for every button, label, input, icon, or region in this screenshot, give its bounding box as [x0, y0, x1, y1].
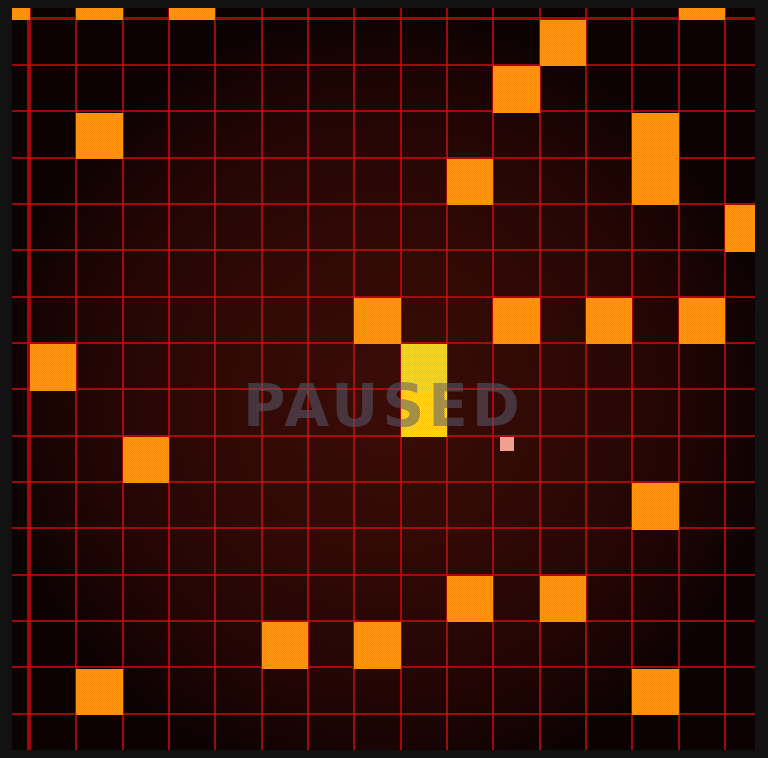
game-board[interactable]: PAUSED — [12, 8, 755, 750]
block-cell — [354, 298, 400, 344]
block-cell — [540, 20, 586, 66]
block-cell — [632, 483, 678, 529]
game-frame: PAUSED — [0, 0, 768, 758]
block-cell — [354, 622, 400, 668]
block-cell — [76, 8, 122, 20]
block-cell — [632, 159, 678, 205]
block-cell — [632, 113, 678, 159]
block-cell — [12, 8, 30, 20]
block-cell — [540, 576, 586, 622]
block-cell — [76, 113, 122, 159]
block-cell — [30, 344, 76, 390]
block-cell — [493, 66, 539, 112]
block-cell — [632, 669, 678, 715]
block-cell — [76, 669, 122, 715]
block-cell — [725, 205, 755, 251]
block-cell — [447, 576, 493, 622]
block-cell — [493, 298, 539, 344]
block-cell — [262, 622, 308, 668]
block-cell — [679, 298, 725, 344]
block-cell — [169, 8, 215, 20]
block-cell — [586, 298, 632, 344]
block-cell — [447, 159, 493, 205]
block-cell — [679, 8, 725, 20]
block-cell — [123, 437, 169, 483]
paused-label: PAUSED — [12, 372, 755, 440]
